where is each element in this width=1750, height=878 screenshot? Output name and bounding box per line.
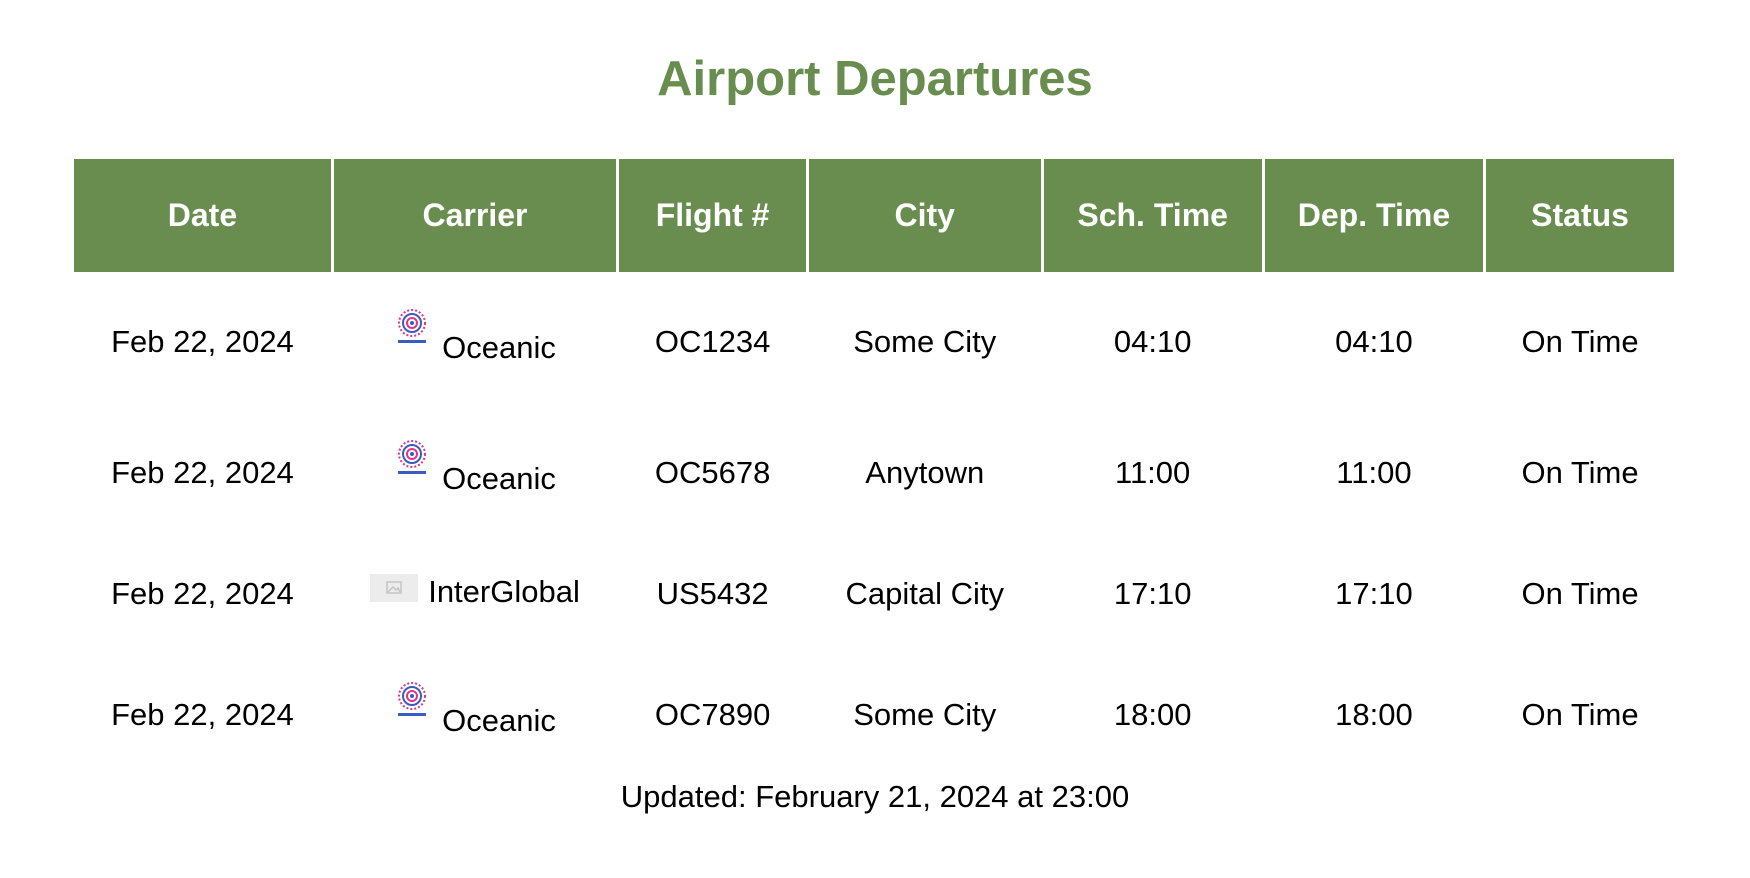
flight-number-cell: OC5678 [654, 454, 771, 490]
broken-image-icon [370, 573, 419, 602]
oceanic-logo-icon [394, 308, 430, 348]
table-row: Feb 22, 2024 Oceanic OC7890 Some City 18… [74, 654, 1674, 775]
city-cell: Some City [853, 324, 997, 359]
last-updated-text: Updated: February 21, 2024 at 23:00 [620, 779, 1130, 814]
column-header-flight: Flight # [619, 159, 806, 272]
scheduled-time-cell: 11:00 [1115, 454, 1191, 490]
city-cell: Some City [853, 696, 997, 732]
departures-table: Date Carrier Flight # City Sch. Time Dep… [71, 159, 1677, 775]
carrier-cell: Oceanic [334, 412, 616, 533]
city-cell: Anytown [865, 454, 985, 490]
status-cell: On Time [1521, 324, 1639, 359]
page-title: Airport Departures [657, 52, 1093, 106]
flight-number-cell: OC7890 [654, 696, 771, 732]
table-row: Feb 22, 2024 Oceanic OC5678 Anytown 11:0… [74, 412, 1674, 533]
column-header-city: City [809, 159, 1041, 272]
carrier-cell: InterGlobal [334, 533, 616, 654]
date-cell: Feb 22, 2024 [111, 454, 294, 490]
scheduled-time-cell: 04:10 [1113, 324, 1192, 359]
carrier-name: Oceanic [442, 330, 556, 365]
column-header-sch-time: Sch. Time [1043, 159, 1262, 272]
carrier-name: InterGlobal [428, 573, 580, 609]
table-row: Feb 22, 2024 InterGlobal US5432 Capital … [74, 533, 1674, 654]
departure-time-cell: 11:00 [1336, 454, 1412, 490]
status-cell: On Time [1521, 696, 1639, 732]
scheduled-time-cell: 17:10 [1113, 575, 1192, 611]
flight-number-cell: US5432 [656, 575, 769, 611]
departure-time-cell: 18:00 [1335, 696, 1413, 732]
column-header-dep-time: Dep. Time [1264, 159, 1484, 272]
date-cell: Feb 22, 2024 [111, 324, 294, 359]
oceanic-logo-icon [394, 681, 430, 721]
date-cell: Feb 22, 2024 [111, 696, 294, 732]
column-header-carrier: Carrier [333, 159, 617, 272]
table-header-row: Date Carrier Flight # City Sch. Time Dep… [74, 159, 1674, 272]
carrier-cell: Oceanic [334, 654, 616, 775]
city-cell: Capital City [845, 575, 1005, 611]
column-header-date: Date [74, 159, 331, 272]
carrier-name: Oceanic [442, 702, 556, 738]
carrier-name: Oceanic [442, 460, 556, 496]
departure-time-cell: 04:10 [1335, 324, 1413, 359]
status-cell: On Time [1521, 575, 1639, 611]
carrier-cell: Oceanic [334, 272, 616, 412]
departure-time-cell: 17:10 [1335, 575, 1413, 611]
date-cell: Feb 22, 2024 [111, 575, 294, 611]
oceanic-logo-icon [394, 439, 430, 479]
table-row: Feb 22, 2024 Oceanic OC1234 Some City 04… [74, 272, 1674, 412]
scheduled-time-cell: 18:00 [1113, 696, 1192, 732]
column-header-status: Status [1486, 159, 1674, 272]
status-cell: On Time [1521, 454, 1639, 490]
flight-number-cell: OC1234 [654, 324, 771, 359]
